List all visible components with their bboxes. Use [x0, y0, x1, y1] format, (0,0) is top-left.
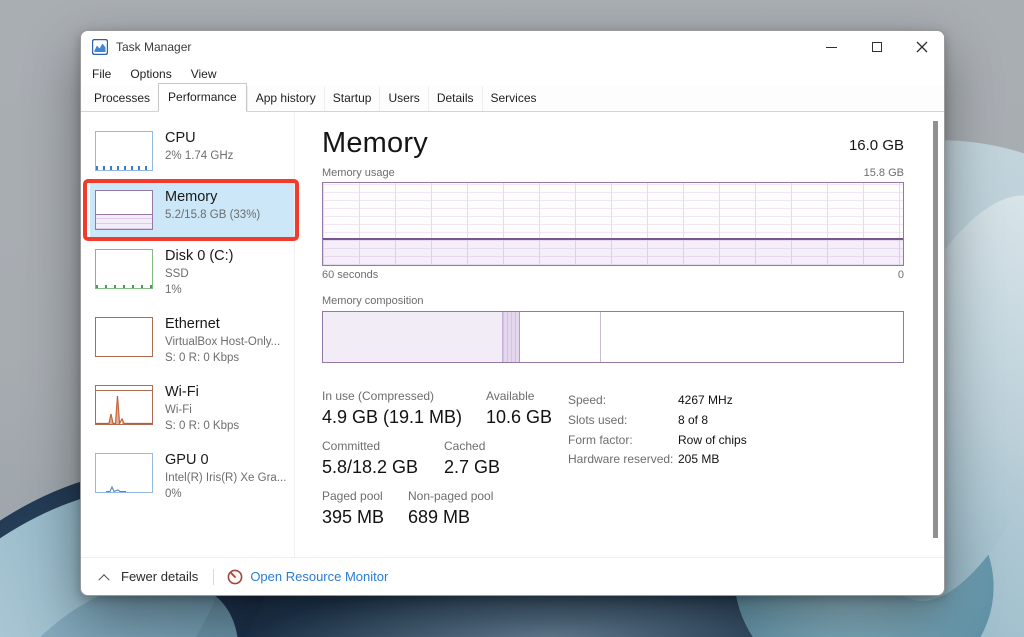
maximize-button[interactable] — [854, 31, 899, 63]
hardware-details: Speed: 4267 MHz Slots used: 8 of 8 Form … — [568, 389, 747, 539]
menu-bar: File Options View — [81, 63, 944, 85]
task-manager-window: Task Manager File Options View Processes… — [80, 30, 945, 596]
tab-strip: Processes Performance App history Startu… — [81, 85, 944, 112]
in-use-label: In use (Compressed) — [322, 389, 470, 403]
speed-value: 4267 MHz — [678, 391, 733, 411]
minimize-icon — [826, 47, 837, 48]
composition-segment-free — [601, 312, 903, 362]
usage-chart-label: Memory usage — [322, 167, 395, 179]
performance-sidebar: CPU 2% 1.74 GHz Memory 5.2/15.8 GB (33%)… — [81, 112, 295, 557]
sidebar-ethernet-stats: S: 0 R: 0 Kbps — [165, 350, 280, 366]
sidebar-item-memory[interactable]: Memory 5.2/15.8 GB (33%) — [90, 183, 294, 237]
sidebar-wifi-adapter: Wi-Fi — [165, 402, 239, 418]
sidebar-disk-stats: 1% — [165, 282, 233, 298]
slots-used-label: Slots used: — [568, 411, 678, 431]
close-icon — [916, 41, 928, 53]
paged-pool-label: Paged pool — [322, 489, 392, 503]
sidebar-wifi-stats: S: 0 R: 0 Kbps — [165, 418, 239, 434]
tab-processes[interactable]: Processes — [86, 86, 158, 111]
sidebar-gpu-adapter: Intel(R) Iris(R) Xe Gra... — [165, 470, 286, 486]
usage-chart-x-left-label: 60 seconds — [322, 269, 378, 281]
committed-value: 5.8/18.2 GB — [322, 457, 428, 478]
disk-mini-graph — [95, 249, 153, 289]
memory-composition-bar — [322, 311, 904, 363]
slots-used-value: 8 of 8 — [678, 411, 708, 431]
speed-label: Speed: — [568, 391, 678, 411]
tab-details[interactable]: Details — [428, 86, 482, 111]
maximize-icon — [872, 42, 882, 52]
fewer-details-label: Fewer details — [121, 569, 198, 584]
cached-label: Cached — [444, 439, 500, 453]
total-memory-value: 16.0 GB — [849, 137, 904, 158]
form-factor-label: Form factor: — [568, 431, 678, 451]
composition-segment-in-use — [323, 312, 503, 362]
footer-divider — [213, 569, 214, 585]
tab-services[interactable]: Services — [482, 86, 545, 111]
composition-label: Memory composition — [322, 295, 904, 307]
tab-performance[interactable]: Performance — [158, 83, 247, 112]
footer-bar: Fewer details Open Resource Monitor — [81, 557, 944, 595]
available-label: Available — [486, 389, 552, 403]
page-title: Memory — [322, 128, 428, 158]
open-resource-monitor-link[interactable]: Open Resource Monitor — [250, 569, 388, 584]
sidebar-wifi-title: Wi-Fi — [165, 383, 239, 402]
gpu-mini-graph — [95, 453, 153, 493]
minimize-button[interactable] — [809, 31, 854, 63]
form-factor-value: Row of chips — [678, 431, 747, 451]
resource-monitor-icon — [227, 569, 243, 585]
sidebar-disk-type: SSD — [165, 266, 233, 282]
available-value: 10.6 GB — [486, 407, 552, 428]
memory-mini-graph — [95, 190, 153, 230]
menu-file[interactable]: File — [92, 67, 111, 81]
sidebar-cpu-title: CPU — [165, 129, 233, 148]
sidebar-ethernet-title: Ethernet — [165, 315, 280, 334]
sidebar-memory-stats: 5.2/15.8 GB (33%) — [165, 207, 260, 223]
sidebar-item-cpu[interactable]: CPU 2% 1.74 GHz — [90, 124, 294, 178]
chevron-up-icon — [98, 574, 109, 585]
window-title: Task Manager — [116, 40, 191, 54]
sidebar-ethernet-adapter: VirtualBox Host-Only... — [165, 334, 280, 350]
wifi-mini-graph — [95, 385, 153, 425]
sidebar-item-wifi[interactable]: Wi-Fi Wi-Fi S: 0 R: 0 Kbps — [90, 378, 294, 441]
hardware-reserved-value: 205 MB — [678, 450, 719, 470]
titlebar[interactable]: Task Manager — [81, 31, 944, 63]
sidebar-disk-title: Disk 0 (C:) — [165, 247, 233, 266]
task-manager-app-icon — [92, 39, 108, 55]
memory-usage-chart — [322, 182, 904, 266]
scrollbar-thumb[interactable] — [933, 121, 938, 538]
usage-chart-max-label: 15.8 GB — [864, 167, 904, 179]
committed-label: Committed — [322, 439, 428, 453]
fewer-details-button[interactable]: Fewer details — [100, 569, 213, 584]
paged-pool-value: 395 MB — [322, 507, 392, 528]
sidebar-gpu-title: GPU 0 — [165, 451, 286, 470]
menu-options[interactable]: Options — [130, 67, 171, 81]
sidebar-cpu-stats: 2% 1.74 GHz — [165, 148, 233, 164]
tab-startup[interactable]: Startup — [324, 86, 380, 111]
sidebar-item-ethernet[interactable]: Ethernet VirtualBox Host-Only... S: 0 R:… — [90, 310, 294, 373]
tab-app-history[interactable]: App history — [247, 86, 324, 111]
cached-value: 2.7 GB — [444, 457, 500, 478]
usage-chart-x-right-label: 0 — [898, 269, 904, 281]
sidebar-item-gpu[interactable]: GPU 0 Intel(R) Iris(R) Xe Gra... 0% — [90, 446, 294, 509]
sidebar-gpu-stats: 0% — [165, 486, 286, 502]
composition-segment-standby — [520, 312, 601, 362]
in-use-value: 4.9 GB (19.1 MB) — [322, 407, 470, 428]
close-button[interactable] — [899, 31, 944, 63]
memory-usage-fill — [323, 238, 903, 265]
sidebar-item-disk[interactable]: Disk 0 (C:) SSD 1% — [90, 242, 294, 305]
sidebar-memory-title: Memory — [165, 188, 260, 207]
tab-users[interactable]: Users — [379, 86, 427, 111]
menu-view[interactable]: View — [191, 67, 217, 81]
memory-detail-pane: Memory 16.0 GB Memory usage 15.8 GB 60 s… — [295, 112, 929, 557]
composition-segment-modified — [503, 312, 520, 362]
vertical-scrollbar[interactable] — [929, 115, 942, 554]
hardware-reserved-label: Hardware reserved: — [568, 450, 678, 470]
ethernet-mini-graph — [95, 317, 153, 357]
cpu-mini-graph — [95, 131, 153, 171]
non-paged-pool-label: Non-paged pool — [408, 489, 493, 503]
non-paged-pool-value: 689 MB — [408, 507, 493, 528]
